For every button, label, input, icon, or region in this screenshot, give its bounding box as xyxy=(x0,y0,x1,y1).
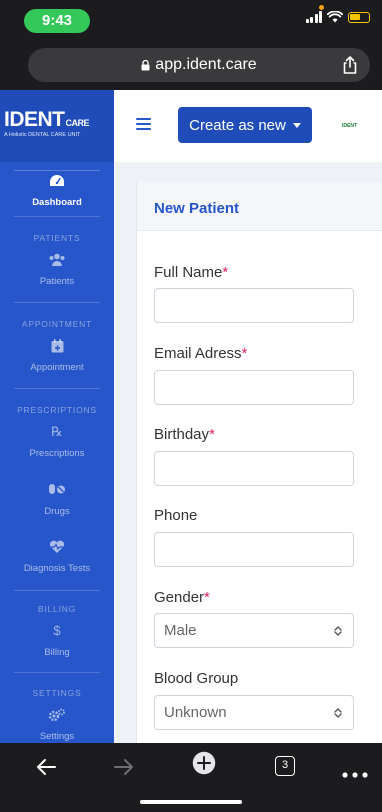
users-icon xyxy=(0,253,114,267)
divider xyxy=(14,302,100,303)
new-patient-form: New Patient Full Name* Email Adress* Bir… xyxy=(136,182,382,743)
battery-icon xyxy=(348,12,370,23)
brand-logo[interactable]: IDENTCARE A Holistic DENTAL CARE UNIT xyxy=(0,90,114,162)
blood-group-select[interactable]: Unknown xyxy=(154,695,354,730)
sidebar-item-prescriptions[interactable]: ℞ Prescriptions xyxy=(0,425,114,461)
status-icons xyxy=(305,11,370,23)
tabs-icon[interactable]: 3 xyxy=(275,756,295,776)
sidebar-item-label: Prescriptions xyxy=(29,448,85,459)
email-input[interactable] xyxy=(154,370,354,405)
blood-group-value: Unknown xyxy=(164,704,227,721)
full-name-label: Full Name* xyxy=(154,264,229,281)
status-time: 9:43 xyxy=(24,9,90,33)
sidebar-item-patients[interactable]: Patients xyxy=(0,253,114,289)
blood-group-label: Blood Group xyxy=(154,670,239,687)
caret-down-icon xyxy=(292,122,301,128)
sidebar-item-billing[interactable]: $ Billing xyxy=(0,624,114,660)
gender-select[interactable]: Male xyxy=(154,613,354,648)
privacy-indicator xyxy=(319,5,324,10)
sidebar-item-settings[interactable]: Settings xyxy=(0,708,114,743)
status-bar: 9:43 xyxy=(0,0,382,34)
birthday-label: Birthday* xyxy=(154,426,215,443)
more-icon[interactable] xyxy=(342,763,368,787)
create-as-new-button[interactable]: Create as new xyxy=(178,107,312,143)
sidebar-item-drugs[interactable]: Drugs xyxy=(0,483,114,519)
share-icon[interactable] xyxy=(340,55,360,75)
sidebar-item-label: Drugs xyxy=(44,506,70,517)
sidebar: IDENTCARE A Holistic DENTAL CARE UNIT Da… xyxy=(0,90,114,743)
lock-icon xyxy=(141,59,150,70)
dollar-icon: $ xyxy=(53,623,61,638)
required-marker: * xyxy=(204,589,210,606)
url-bar[interactable]: app.ident.care xyxy=(28,48,370,82)
wifi-icon xyxy=(327,11,343,23)
section-label-patients: PATIENTS xyxy=(33,233,81,243)
sidebar-item-label: Billing xyxy=(44,647,70,658)
section-label-prescriptions: PRESCRIPTIONS xyxy=(17,405,97,415)
browser-url-area: app.ident.care xyxy=(0,34,382,90)
sidebar-item-label: Settings xyxy=(39,731,75,742)
phone-label: Phone xyxy=(154,507,198,524)
header-logo: IDENT xyxy=(342,123,357,129)
required-marker: * xyxy=(241,345,248,362)
sidebar-item-label: Diagnosis Tests xyxy=(23,563,91,574)
prescription-icon: ℞ xyxy=(51,424,63,439)
dashboard-icon xyxy=(0,174,114,188)
home-indicator xyxy=(140,800,242,804)
email-label: Email Adress* xyxy=(154,345,248,362)
sidebar-item-label: Dashboard xyxy=(32,197,82,208)
required-marker: * xyxy=(209,426,215,443)
select-chevron-icon xyxy=(334,708,342,718)
browser-toolbar: 3 xyxy=(0,743,382,812)
sidebar-item-diagnosis-tests[interactable]: Diagnosis Tests xyxy=(0,540,114,576)
birthday-input[interactable] xyxy=(154,451,354,486)
new-tab-icon[interactable] xyxy=(188,751,220,775)
phone-input[interactable] xyxy=(154,532,354,567)
sidebar-item-dashboard[interactable]: Dashboard xyxy=(0,174,114,210)
forward-icon[interactable] xyxy=(113,755,135,779)
signal-icon xyxy=(305,11,322,23)
divider xyxy=(14,590,100,591)
select-chevron-icon xyxy=(334,626,342,636)
gears-icon xyxy=(0,708,114,722)
form-title: New Patient xyxy=(137,182,382,231)
sidebar-item-appointment[interactable]: Appointment xyxy=(0,339,114,375)
url-text: app.ident.care xyxy=(155,56,257,73)
brand-name: IDENT xyxy=(4,108,65,131)
back-icon[interactable] xyxy=(35,755,57,779)
divider xyxy=(14,388,100,389)
create-button-label: Create as new xyxy=(189,116,286,134)
top-bar: Create as new IDENT xyxy=(114,90,382,162)
divider xyxy=(14,170,100,171)
calendar-plus-icon xyxy=(0,339,114,353)
required-marker: * xyxy=(222,264,229,281)
brand-tagline: A Holistic DENTAL CARE UNIT xyxy=(4,132,81,138)
heartbeat-icon xyxy=(0,540,114,554)
section-label-billing: BILLING xyxy=(37,604,77,614)
full-name-input[interactable] xyxy=(154,288,354,323)
brand-suffix: CARE xyxy=(65,118,90,128)
menu-icon[interactable] xyxy=(136,118,151,130)
gender-label: Gender* xyxy=(154,589,210,606)
section-label-appointment: APPOINTMENT xyxy=(21,319,93,329)
section-label-settings: SETTINGS xyxy=(32,688,82,698)
sidebar-item-label: Appointment xyxy=(30,362,84,373)
divider xyxy=(14,672,100,673)
app-viewport: IDENTCARE A Holistic DENTAL CARE UNIT Da… xyxy=(0,90,382,743)
divider xyxy=(14,216,100,217)
pills-icon xyxy=(0,483,114,497)
sidebar-item-label: Patients xyxy=(39,276,75,287)
gender-value: Male xyxy=(164,622,197,639)
